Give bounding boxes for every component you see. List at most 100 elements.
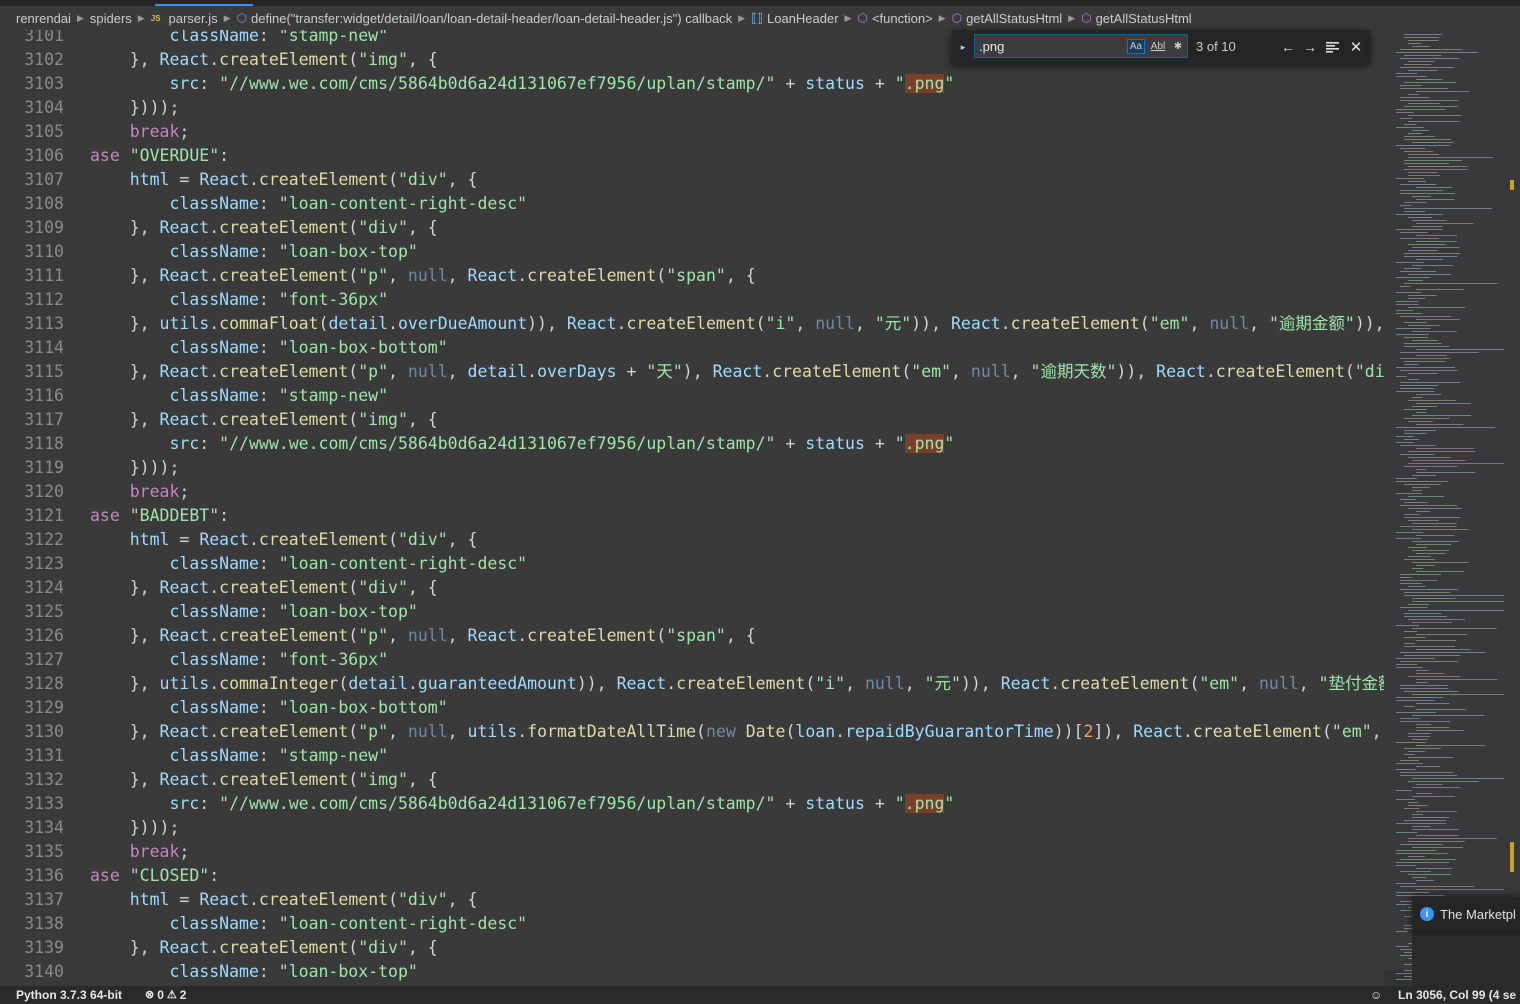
code-line[interactable]: 3139 }, React.createElement("div", { [0,936,1384,960]
minimap-line [1400,118,1412,119]
code-line[interactable]: 3134 }))); [0,816,1384,840]
minimap-line [1404,706,1415,707]
close-icon[interactable]: ✕ [1346,30,1366,64]
code-token: "loan-box-bottom" [278,698,448,717]
minimap-line [1396,823,1447,824]
code-editor[interactable]: 3101 className: "stamp-new" 3102 }, React… [0,30,1384,986]
breadcrumb-item[interactable]: ⬡ define("transfer:widget/detail/loan/loa… [237,11,733,26]
code-line[interactable]: 3123 className: "loan-content-right-desc… [0,552,1384,576]
whole-word-toggle[interactable]: Abl [1149,39,1167,54]
toggle-replace-icon[interactable]: ▸ [956,30,970,64]
code-token: React [159,938,210,957]
code-line[interactable]: 3115 }, React.createElement("p", null, d… [0,360,1384,384]
notification-toast[interactable]: i The Marketpl [1412,897,1520,931]
code-line[interactable]: 3121 ase "BADDEBT": [0,504,1384,528]
python-interpreter-status[interactable]: Python 3.7.3 64-bit [16,986,122,1004]
code-token: : [219,146,230,165]
code-token: . [1050,674,1061,693]
code-line[interactable]: 3140 className: "loan-box-top" [0,960,1384,984]
problems-status[interactable]: ⊗ 0 ⚠ 2 [142,986,186,1004]
minimap-line [1400,184,1437,185]
minimap-line [1416,727,1450,728]
code-line[interactable]: 3111 }, React.createElement("p", null, R… [0,264,1384,288]
code-line[interactable]: 3119 }))); [0,456,1384,480]
breadcrumb-item[interactable]: ⬡ getAllStatusHtml [1081,11,1192,26]
code-line[interactable]: 3105 break; [0,120,1384,144]
minimap-line [1412,601,1504,602]
code-line[interactable]: 3125 className: "loan-box-top" [0,600,1384,624]
code-line[interactable]: 3130 }, React.createElement("p", null, u… [0,720,1384,744]
minimap-line [1404,160,1463,161]
code-token: "div" [358,938,408,957]
code-line[interactable]: 3110 className: "loan-box-top" [0,240,1384,264]
breadcrumb-item[interactable]: spiders [90,11,132,26]
minimap-line [1412,829,1459,830]
code-line[interactable]: 3104 }))); [0,96,1384,120]
find-input[interactable] [975,35,1131,57]
code-line[interactable]: 3116 className: "stamp-new" [0,384,1384,408]
code-token: createElement [219,266,349,285]
minimap-line [1400,775,1457,776]
code-line[interactable]: 3132 }, React.createElement("img", { [0,768,1384,792]
minimap-line [1408,733,1432,734]
breadcrumb-item[interactable]: ⟦⟧ LoanHeader [751,11,838,26]
variable-icon: ⟦⟧ [751,11,763,25]
breadcrumb-item[interactable]: ⬡ <function> [857,11,932,26]
code-text: break; [90,840,190,864]
code-text: break; [90,120,190,144]
code-line[interactable]: 3129 className: "loan-box-bottom" [0,696,1384,720]
minimap-line [1404,631,1418,632]
code-line[interactable]: 3108 className: "loan-content-right-desc… [0,192,1384,216]
minimap-line [1408,619,1465,620]
code-line[interactable]: 3106 ase "OVERDUE": [0,144,1384,168]
minimap-line [1408,805,1428,806]
code-line[interactable]: 3128 }, utils.commaInteger(detail.guaran… [0,672,1384,696]
code-line[interactable]: 3103 src: "//www.we.com/cms/5864b0d6a24d… [0,72,1384,96]
code-line[interactable]: 3109 }, React.createElement("div", { [0,216,1384,240]
breadcrumb-item[interactable]: ⬡ getAllStatusHtml [952,11,1063,26]
code-line[interactable]: 3127 className: "font-36px" [0,648,1384,672]
match-count: 3 of 10 [1196,39,1236,54]
regex-toggle[interactable]: ✱ [1171,39,1185,54]
code-line[interactable]: 3122 html = React.createElement("div", { [0,528,1384,552]
next-match-arrow-icon[interactable]: → [1300,30,1320,64]
code-line[interactable]: 3117 }, React.createElement("img", { [0,408,1384,432]
code-line[interactable]: 3135 break; [0,840,1384,864]
code-line[interactable]: 3107 html = React.createElement("div", { [0,168,1384,192]
code-line[interactable]: 3126 }, React.createElement("p", null, R… [0,624,1384,648]
cursor-position[interactable]: Ln 3056, Col 99 (4 se [1398,986,1516,1004]
minimap-line [1408,298,1426,299]
minimap-line [1412,142,1454,143]
find-widget: ▸ Aa Abl ✱ 3 of 10 ← → ✕ [952,30,1370,64]
breadcrumb-item[interactable]: JS parser.js [151,11,218,26]
code-token: detail [348,674,408,693]
minimap-line [1408,781,1480,782]
feedback-icon[interactable]: ☺ [1370,986,1382,1004]
code-line[interactable]: 3112 className: "font-36px" [0,288,1384,312]
code-line[interactable]: 3136 ase "CLOSED": [0,864,1384,888]
minimap-line [1396,625,1419,626]
code-line[interactable]: 3138 className: "loan-content-right-desc… [0,912,1384,936]
code-token: src [169,434,200,453]
code-line[interactable]: 3114 className: "loan-box-bottom" [0,336,1384,360]
code-token: . [209,674,220,693]
code-line[interactable]: 3133 src: "//www.we.com/cms/5864b0d6a24d… [0,792,1384,816]
find-in-selection-icon[interactable] [1322,30,1342,64]
code-line[interactable]: 3118 src: "//www.we.com/cms/5864b0d6a24d… [0,432,1384,456]
minimap-line [1396,73,1418,74]
minimap-line [1408,133,1423,134]
code-line[interactable]: 3124 }, React.createElement("div", { [0,576,1384,600]
code-token: "stamp-new" [278,386,389,405]
code-token: . [1205,362,1216,381]
code-line[interactable]: 3113 }, utils.commaFloat(detail.overDueA… [0,312,1384,336]
match-case-toggle[interactable]: Aa [1127,39,1145,54]
minimap[interactable] [1384,30,1520,986]
code-line[interactable]: 3137 html = React.createElement("div", { [0,888,1384,912]
code-line[interactable]: 3120 break; [0,480,1384,504]
code-token: , [845,674,865,693]
code-line[interactable]: 3131 className: "stamp-new" [0,744,1384,768]
code-text: className: "loan-content-right-desc" [90,552,527,576]
previous-match-arrow-icon[interactable]: ← [1278,30,1298,64]
breadcrumb-item[interactable]: renrendai [16,11,71,26]
